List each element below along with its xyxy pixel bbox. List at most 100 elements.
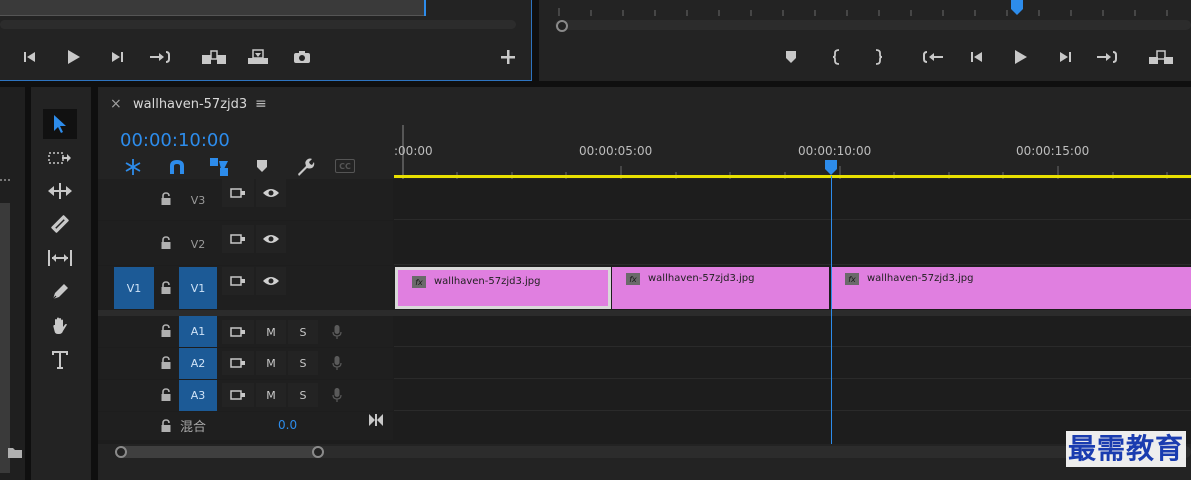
work-area-bar[interactable]: [394, 175, 1191, 178]
pen-tool[interactable]: [43, 277, 77, 307]
lock-icon[interactable]: [158, 387, 174, 403]
program-go-to-out-button[interactable]: [1094, 46, 1120, 68]
current-timecode[interactable]: 00:00:10:00: [120, 130, 230, 151]
go-to-out-button[interactable]: [147, 46, 173, 68]
play-icon: [68, 50, 80, 64]
track-label-v2[interactable]: V2: [179, 235, 217, 253]
source-zoom-scrollbar[interactable]: [0, 20, 516, 29]
program-play-button[interactable]: [1007, 46, 1033, 68]
go-to-mix-icon[interactable]: [368, 413, 384, 427]
linked-selection-icon: [210, 158, 228, 176]
source-timeline-strip[interactable]: [0, 0, 425, 16]
track-lane-a1[interactable]: [394, 316, 1191, 347]
close-tab-button[interactable]: ×: [110, 96, 122, 112]
program-time-ruler[interactable]: [539, 0, 1191, 16]
clip-3[interactable]: fx wallhaven-57zjd3.jpg: [831, 267, 1191, 309]
overwrite-button[interactable]: [245, 46, 271, 68]
mark-out-button[interactable]: [865, 46, 891, 68]
solo-button-a3[interactable]: S: [288, 383, 318, 407]
playhead-icon[interactable]: [824, 160, 838, 176]
clip-1[interactable]: fx wallhaven-57zjd3.jpg: [395, 267, 611, 309]
sync-lock-icon[interactable]: [222, 383, 254, 407]
add-marker-timeline-button[interactable]: [256, 159, 268, 173]
track-lane-a2[interactable]: [394, 348, 1191, 379]
lock-icon[interactable]: [158, 191, 174, 207]
microphone-icon[interactable]: [322, 351, 352, 375]
clip-2[interactable]: fx wallhaven-57zjd3.jpg: [612, 267, 829, 309]
mute-button-a1[interactable]: M: [256, 320, 286, 344]
track-target-a3[interactable]: A3: [179, 380, 217, 411]
nest-toggle-button[interactable]: [124, 158, 142, 176]
mute-button-a3[interactable]: M: [256, 383, 286, 407]
track-lane-a3[interactable]: [394, 380, 1191, 411]
lock-icon[interactable]: [158, 355, 174, 371]
sync-lock-icon[interactable]: [222, 351, 254, 375]
timeline-zoom-thumb[interactable]: [116, 446, 324, 458]
solo-button-a1[interactable]: S: [288, 320, 318, 344]
mix-volume-value[interactable]: 0.0: [278, 418, 297, 432]
source-playhead-marker[interactable]: [424, 0, 426, 16]
sync-lock-icon[interactable]: [222, 179, 254, 207]
mute-button-a2[interactable]: M: [256, 351, 286, 375]
track-target-a1[interactable]: A1: [179, 316, 217, 347]
microphone-icon[interactable]: [322, 383, 352, 407]
play-button[interactable]: [60, 46, 86, 68]
wrench-icon: [298, 158, 315, 176]
program-step-forward-button[interactable]: [1052, 46, 1078, 68]
fx-badge: fx: [412, 276, 426, 288]
folder-icon[interactable]: [7, 445, 23, 459]
razor-tool[interactable]: [43, 209, 77, 239]
captions-button[interactable]: CC: [335, 159, 355, 173]
track-target-a2[interactable]: A2: [179, 348, 217, 379]
project-panel-scrollbar[interactable]: [0, 203, 10, 473]
lock-icon[interactable]: [158, 280, 174, 296]
slip-tool[interactable]: [43, 243, 77, 273]
type-tool[interactable]: [43, 345, 77, 375]
program-step-back-button[interactable]: [964, 46, 990, 68]
eye-icon[interactable]: [256, 267, 286, 295]
add-marker-button[interactable]: [778, 46, 804, 68]
source-patch-v1[interactable]: V1: [114, 267, 154, 309]
track-lane-v1[interactable]: fx wallhaven-57zjd3.jpg fx wallhaven-57z…: [394, 266, 1191, 310]
step-back-button[interactable]: [17, 46, 43, 68]
mark-in-button[interactable]: [824, 46, 850, 68]
sequence-tab-title[interactable]: wallhaven-57zjd3: [133, 97, 247, 112]
lock-icon[interactable]: [158, 235, 174, 251]
program-scroll-handle[interactable]: [556, 20, 568, 32]
program-zoom-scrollbar[interactable]: [555, 20, 1191, 30]
hand-tool[interactable]: [43, 311, 77, 341]
button-editor-button[interactable]: [495, 46, 521, 68]
lock-icon[interactable]: [158, 418, 174, 434]
lift-button[interactable]: [1148, 46, 1174, 68]
track-select-tool[interactable]: [43, 143, 77, 173]
lock-icon[interactable]: [158, 323, 174, 339]
zoom-handle-left[interactable]: [115, 446, 127, 458]
microphone-icon[interactable]: [322, 320, 352, 344]
track-lane-v3[interactable]: [394, 179, 1191, 220]
eye-icon[interactable]: [256, 225, 286, 253]
track-label-v3[interactable]: V3: [179, 191, 217, 209]
ripple-edit-tool[interactable]: [43, 176, 77, 206]
track-target-v1[interactable]: V1: [179, 267, 217, 309]
panel-menu-icon[interactable]: ≡: [255, 96, 267, 112]
timeline-settings-button[interactable]: [295, 157, 315, 177]
linked-selection-button[interactable]: [209, 157, 229, 177]
sync-lock-icon[interactable]: [222, 320, 254, 344]
snap-button[interactable]: [168, 158, 186, 176]
selection-tool[interactable]: [43, 109, 77, 139]
program-playhead-icon[interactable]: [1009, 0, 1025, 16]
track-lane-v2[interactable]: [394, 221, 1191, 265]
program-monitor: [539, 0, 1191, 81]
clip-name: wallhaven-57zjd3.jpg: [867, 273, 974, 284]
track-select-icon: [48, 152, 71, 164]
step-forward-button[interactable]: [104, 46, 130, 68]
insert-button[interactable]: [201, 46, 227, 68]
sync-lock-icon[interactable]: [222, 267, 254, 295]
go-to-in-button[interactable]: [920, 46, 946, 68]
solo-button-a2[interactable]: S: [288, 351, 318, 375]
playhead-line[interactable]: [831, 176, 832, 444]
zoom-handle-right[interactable]: [312, 446, 324, 458]
export-frame-button[interactable]: [289, 46, 315, 68]
sync-lock-icon[interactable]: [222, 225, 254, 253]
eye-icon[interactable]: [256, 179, 286, 207]
